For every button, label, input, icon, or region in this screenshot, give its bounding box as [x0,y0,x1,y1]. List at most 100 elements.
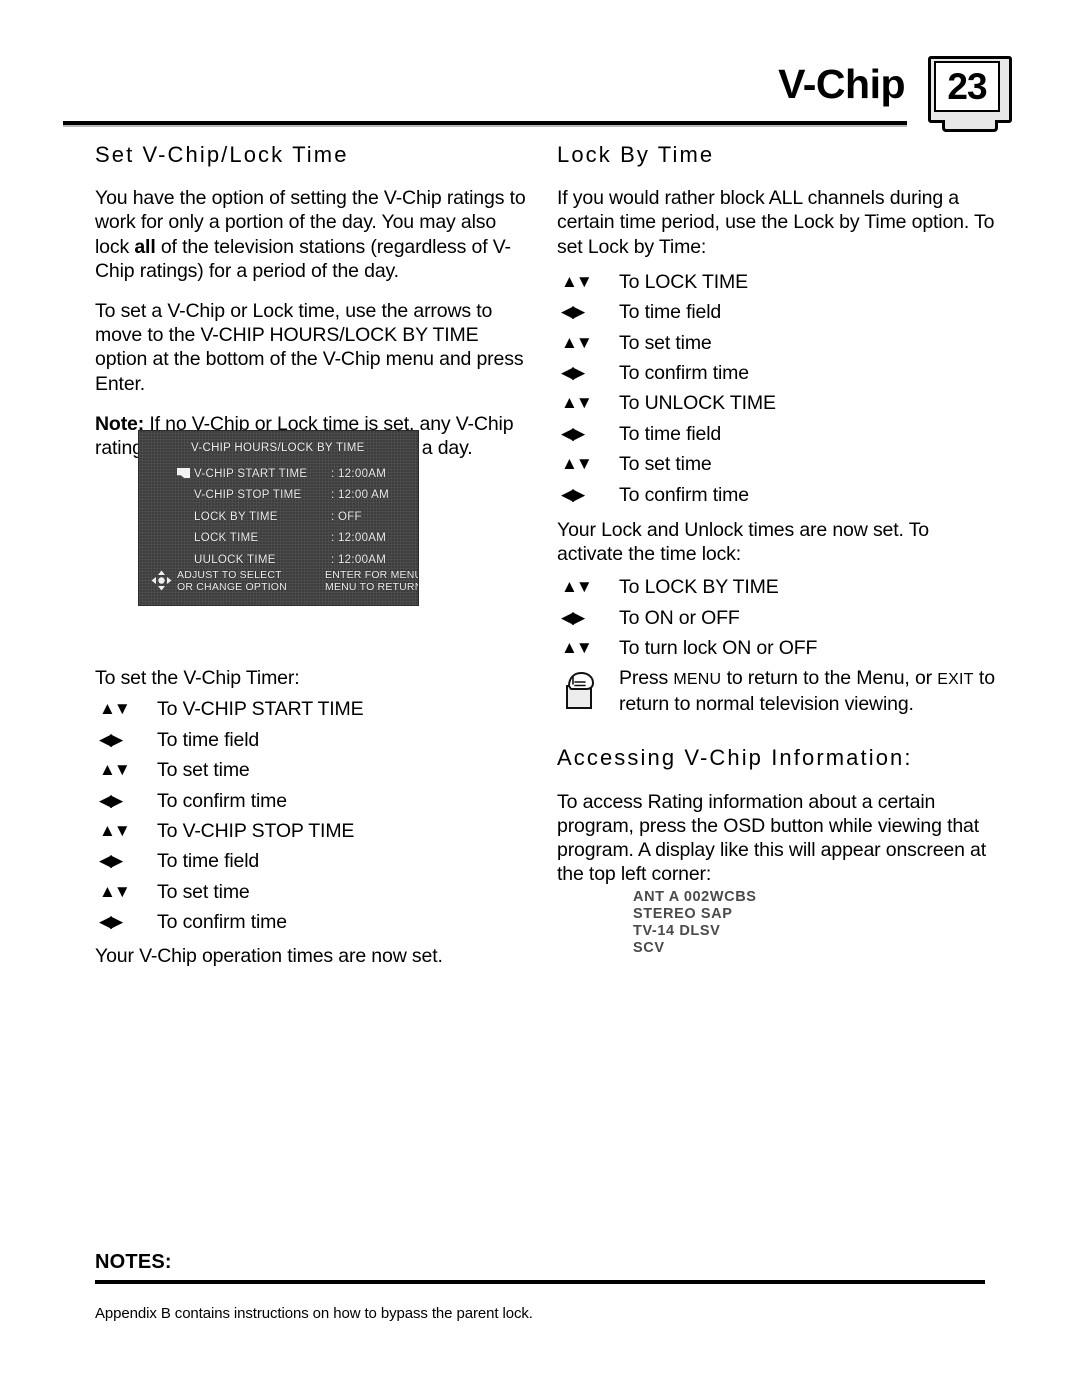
exit-key-label: EXIT [937,670,974,688]
osd-item-label: V-CHIP START TIME [194,467,308,480]
left-right-arrows-icon: ◀▶ [561,363,585,383]
page-number: 23 [947,66,987,107]
step-row: ▲▼ To set time [557,328,997,358]
osd-footer-left-line2: OR CHANGE OPTION [177,581,287,594]
para1-bold-all: all [134,235,156,258]
step-label: To set time [157,759,250,782]
press-note-text: Press MENU to return to the Menu, or EXI… [619,664,997,717]
step-row: ◀▶ To ON or OFF [557,603,997,633]
notes-label: NOTES: [95,1251,172,1273]
menu-key-label: MENU [673,670,722,688]
osd-item-value: : 12:00AM [331,553,387,566]
left-paragraph-1: You have the option of setting the V-Chi… [95,186,535,283]
left-right-arrows-icon: ◀▶ [99,851,123,871]
step-row: ▲▼ To set time [557,449,997,479]
osd-menu-item[interactable]: V-CHIP START TIME : 12:00AM [139,463,418,485]
osd-menu-rows: V-CHIP START TIME : 12:00AM V-CHIP STOP … [139,463,418,571]
step-row: ◀▶ To time field [557,419,997,449]
osd-footer-left-text: ADJUST TO SELECT OR CHANGE OPTION [177,569,287,593]
step-label: To confirm time [619,362,749,385]
osd-info-line-rating: TV-14 DLSV [633,923,721,939]
step-label: To set time [619,453,712,476]
left-right-arrows-icon: ◀▶ [561,302,585,322]
up-down-arrows-icon: ▲▼ [561,638,593,658]
osd-cursor-icon [177,468,190,478]
up-down-arrows-icon: ▲▼ [99,699,131,719]
left-section-heading: Set V-Chip/Lock Time [95,142,349,167]
step-label: To turn lock ON or OFF [619,637,818,660]
right-paragraph-3: To access Rating information about a cer… [557,790,987,886]
notes-section: NOTES: Appendix B contains instructions … [95,1251,985,1323]
up-down-arrows-icon: ▲▼ [561,271,593,291]
osd-footer-left-line1: ADJUST TO SELECT [177,569,282,581]
step-row: ◀▶ To confirm time [557,480,997,510]
step-row: ▲▼ To set time [95,755,535,785]
left-paragraph-2: To set a V-Chip or Lock time, use the ar… [95,300,524,395]
osd-item-label: UULOCK TIME [194,553,276,566]
up-down-arrows-icon: ▲▼ [99,821,131,841]
step-row: ▲▼ To LOCK TIME [557,267,997,297]
para1-part-b: of the television stations (regardless o… [95,235,511,282]
press-note-part-b: to return to the Menu, or [721,666,938,689]
left-right-arrows-icon: ◀▶ [99,729,123,749]
osd-footer-right-line2: MENU TO RETURN [325,581,419,594]
step-row: ▲▼ To set time [95,877,535,907]
osd-item-value: : 12:00AM [331,467,387,480]
step-label: To LOCK BY TIME [619,576,779,599]
left-steps-intro: To set the V-Chip Timer: [95,667,300,690]
up-down-arrows-icon: ▲▼ [99,881,131,901]
up-down-arrows-icon: ▲▼ [561,454,593,474]
left-right-arrows-icon: ◀▶ [561,607,585,627]
step-label: To LOCK TIME [619,270,748,293]
osd-footer-right-text: ENTER FOR MENU MENU TO RETURN [325,569,419,594]
left-step-list: ▲▼ To V-CHIP START TIME ◀▶ To time field… [95,694,535,937]
step-label: To confirm time [157,911,287,934]
right-column: Lock By Time If you would rather block A… [557,142,997,886]
step-row: ◀▶ To confirm time [557,358,997,388]
step-label: To V-CHIP START TIME [157,698,364,721]
osd-menu-item[interactable]: V-CHIP STOP TIME : 12:00 AM [139,485,418,507]
right-section-heading-2: Accessing V-Chip Information: [557,745,913,771]
button-pills-icon [297,570,319,594]
osd-item-value: : 12:00 AM [331,489,389,502]
notes-text: Appendix B contains instructions on how … [95,1305,533,1322]
osd-info-line-audio: STEREO SAP [633,906,733,922]
step-label: To time field [619,422,722,445]
notes-divider [95,1280,985,1284]
left-right-arrows-icon: ◀▶ [99,790,123,810]
step-label: To set time [157,880,250,903]
right-paragraph-2: Your Lock and Unlock times are now set. … [557,519,929,566]
step-label: To UNLOCK TIME [619,392,776,415]
osd-menu-screenshot: V-CHIP HOURS/LOCK BY TIME V-CHIP START T… [138,430,419,606]
step-row: ◀▶ To time field [95,846,535,876]
osd-item-label: V-CHIP STOP TIME [194,489,302,502]
page-header: V-Chip 23 [0,0,1080,135]
osd-item-value: : OFF [331,510,362,523]
osd-menu-title: V-CHIP HOURS/LOCK BY TIME [191,442,365,454]
hand-press-button-icon [557,664,619,714]
osd-footer-right-line1: ENTER FOR MENU [325,569,419,581]
press-note-row: Press MENU to return to the Menu, or EXI… [557,664,997,717]
osd-info-line-extra: SCV [633,940,665,956]
step-row: ◀▶ To time field [95,725,535,755]
note-label: Note: [95,412,145,435]
press-note-part-a: Press [619,666,674,689]
page-number-tv-badge: 23 [928,56,1012,132]
left-steps-outro: Your V-Chip operation times are now set. [95,944,443,967]
step-row: ▲▼ To UNLOCK TIME [557,388,997,418]
header-divider [63,121,907,127]
step-row: ◀▶ To time field [557,297,997,327]
step-row: ▲▼ To LOCK BY TIME [557,572,997,602]
up-down-arrows-icon: ▲▼ [561,393,593,413]
step-label: To set time [619,331,712,354]
left-right-arrows-icon: ◀▶ [99,912,123,932]
left-right-arrows-icon: ◀▶ [561,423,585,443]
osd-menu-item[interactable]: LOCK BY TIME : OFF [139,506,418,528]
right-step-list-1: ▲▼ To LOCK TIME ◀▶ To time field ▲▼ To s… [557,267,997,510]
osd-item-label: LOCK BY TIME [194,510,278,523]
step-label: To time field [157,850,260,873]
osd-menu-item[interactable]: LOCK TIME : 12:00AM [139,528,418,550]
step-row: ▲▼ To V-CHIP START TIME [95,694,535,724]
up-down-arrows-icon: ▲▼ [561,332,593,352]
step-label: To V-CHIP STOP TIME [157,820,355,843]
